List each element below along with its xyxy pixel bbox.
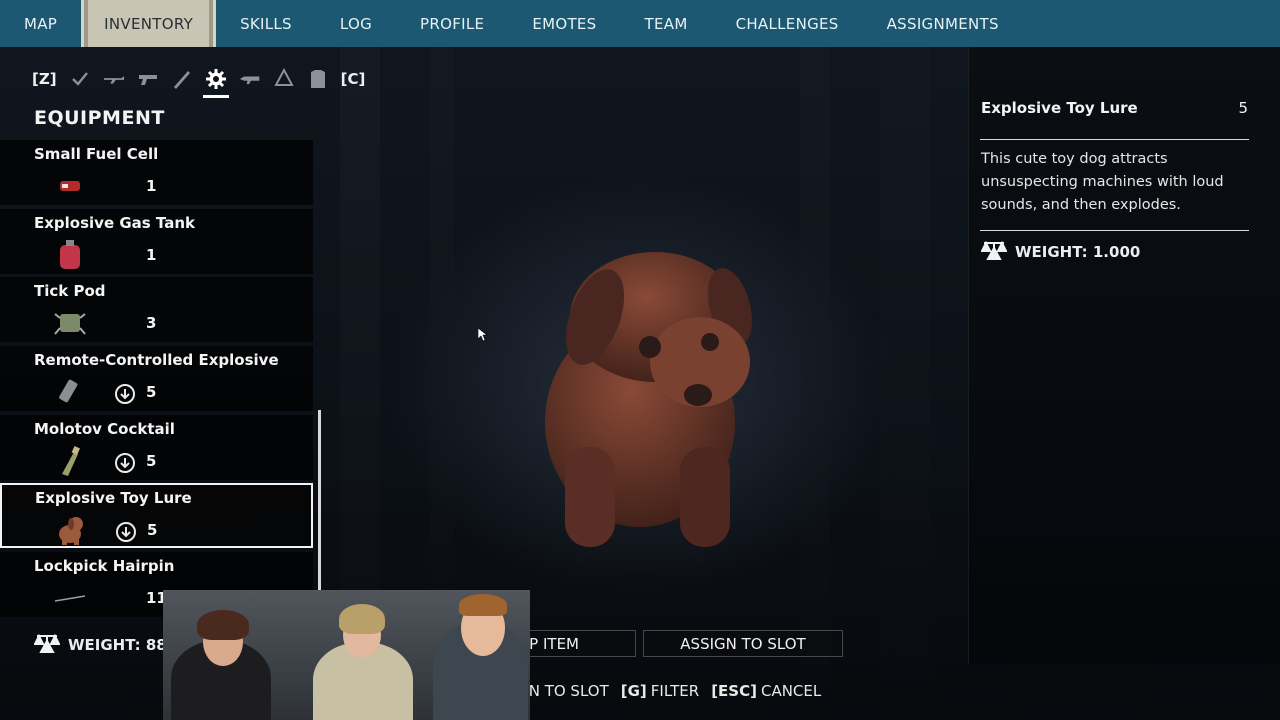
item-count: 5 xyxy=(146,383,157,402)
inventory-item[interactable]: Tick Pod 3 xyxy=(0,277,313,343)
item-name: Molotov Cocktail xyxy=(34,419,175,438)
key-hint[interactable]: [ESC] CANCEL xyxy=(711,682,821,700)
tick-pod-icon xyxy=(53,308,87,338)
detail-title: Explosive Toy Lure xyxy=(981,99,1138,117)
gear-icon[interactable] xyxy=(202,68,229,98)
item-count: 1 xyxy=(146,177,157,195)
nav-tab-assignments[interactable]: ASSIGNMENTS xyxy=(863,0,1023,47)
top-navigation: MAP INVENTORY SKILLS LOG PROFILE EMOTES TEAM CH… xyxy=(0,0,1280,47)
assign-to-slot-button[interactable]: ASSIGN TO SLOT xyxy=(643,630,843,657)
toy-dog-icon xyxy=(54,515,88,546)
item-name: Small Fuel Cell xyxy=(34,145,159,163)
recycle-icon[interactable] xyxy=(273,68,295,90)
inventory-item[interactable]: Small Fuel Cell 1 xyxy=(0,140,313,205)
nav-tab-team[interactable]: TEAM xyxy=(621,0,712,47)
pistol-icon[interactable] xyxy=(137,68,159,90)
tree-trunk xyxy=(800,47,830,720)
next-category-key[interactable]: [C] xyxy=(341,70,366,88)
detail-weight-value: WEIGHT: 1.000 xyxy=(1015,243,1141,261)
streamer-hair xyxy=(459,594,507,616)
item-name: Remote-Controlled Explosive xyxy=(34,351,279,370)
prev-category-key[interactable]: [Z] xyxy=(32,70,57,88)
nav-tab-inventory[interactable]: INVENTORY xyxy=(81,0,217,47)
assignable-slot-icon xyxy=(115,384,135,405)
item-count: 5 xyxy=(146,451,157,470)
detail-description: This cute toy dog attracts unsuspecting … xyxy=(981,151,1224,213)
item-count: 3 xyxy=(146,314,157,333)
section-title: EQUIPMENT xyxy=(34,107,165,129)
weight-icon xyxy=(980,239,1008,265)
assignable-slot-icon xyxy=(116,522,136,543)
list-scrollbar[interactable] xyxy=(318,410,321,620)
item-count: 5 xyxy=(147,521,158,540)
webcam-overlay xyxy=(163,590,530,720)
item-name: Tick Pod xyxy=(34,282,106,301)
inventory-item[interactable]: Remote-Controlled Explosive 5 xyxy=(0,346,313,412)
gas-tank-icon xyxy=(53,239,87,270)
detail-weight: WEIGHT: 1.000 xyxy=(980,239,1141,265)
hint-key: [ESC] xyxy=(711,682,757,700)
hint-label: CANCEL xyxy=(760,682,822,700)
check-icon[interactable] xyxy=(69,68,91,90)
hint-label: FILTER xyxy=(650,682,700,700)
category-bar: [Z] [C] xyxy=(32,64,366,98)
rifle-icon[interactable] xyxy=(103,68,125,90)
nav-tab-profile[interactable]: PROFILE xyxy=(396,0,508,47)
armor-icon[interactable] xyxy=(307,68,329,90)
nav-tab-emotes[interactable]: EMOTES xyxy=(508,0,620,47)
nav-tab-log[interactable]: LOG xyxy=(316,0,396,47)
hint-key: [G] xyxy=(620,682,647,700)
divider xyxy=(980,139,1249,140)
item-count: 1 xyxy=(146,245,157,264)
item-name: Explosive Toy Lure xyxy=(35,489,192,508)
launcher-icon[interactable] xyxy=(239,68,261,90)
inventory-item[interactable]: Explosive Gas Tank 1 xyxy=(0,208,313,274)
streamer-hair xyxy=(197,610,249,640)
blade-icon[interactable] xyxy=(171,68,193,90)
nav-tab-map[interactable]: MAP xyxy=(0,0,81,47)
weight-icon xyxy=(33,632,61,658)
inventory-item[interactable]: Molotov Cocktail 5 xyxy=(0,414,313,480)
divider xyxy=(980,230,1249,231)
nav-tab-challenges[interactable]: CHALLENGES xyxy=(712,0,863,47)
assignable-slot-icon xyxy=(115,452,135,473)
hairpin-icon xyxy=(53,583,87,613)
remote-explosive-icon xyxy=(53,377,87,407)
item-name: Lockpick Hairpin xyxy=(34,557,175,576)
molotov-icon xyxy=(53,445,87,476)
fuel-cell-icon xyxy=(53,171,87,201)
tree-trunk xyxy=(880,47,930,720)
inventory-item[interactable]: Explosive Toy Lure 5 xyxy=(0,483,313,549)
mouse-cursor-icon xyxy=(478,328,488,342)
nav-tab-skills[interactable]: SKILLS xyxy=(216,0,316,47)
inventory-item-list: Small Fuel Cell 1 Explosive Gas Tank 1 Tick … xyxy=(0,140,313,621)
detail-quantity: 5 xyxy=(1238,99,1248,117)
key-hint[interactable]: [G] FILTER xyxy=(621,682,699,700)
item-detail-panel: Explosive Toy Lure 5 This cute toy dog a… xyxy=(968,47,1280,664)
item-name: Explosive Gas Tank xyxy=(34,213,196,232)
toy-dog-model xyxy=(545,252,752,547)
streamer-hair xyxy=(339,604,385,634)
